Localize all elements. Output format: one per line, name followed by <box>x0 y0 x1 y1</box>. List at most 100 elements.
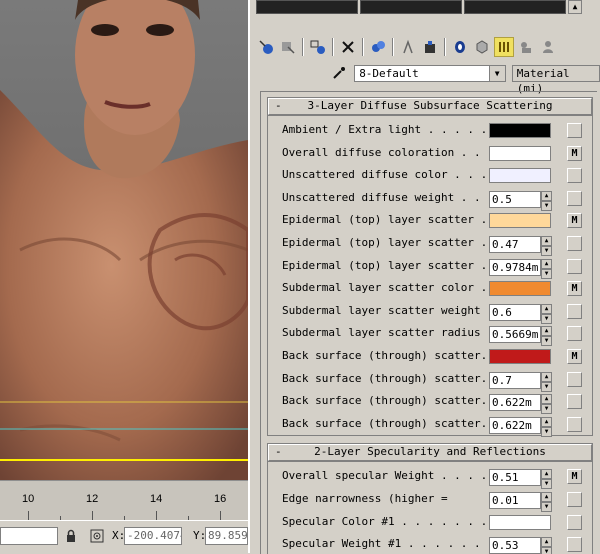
spinner-arrows[interactable]: ▲ ▼ <box>541 235 552 256</box>
spinner-up-icon[interactable]: ▲ <box>541 394 552 405</box>
sample-slot[interactable] <box>464 0 566 14</box>
spinner-input[interactable]: 0.53 <box>489 537 541 554</box>
param-label: Specular Weight #1 . . . . . . . <box>282 537 494 551</box>
timeline-ruler[interactable]: 10 12 14 16 <box>0 480 248 521</box>
go-parent-icon[interactable] <box>494 37 514 57</box>
map-button[interactable] <box>567 190 582 206</box>
map-button[interactable]: M <box>567 469 582 485</box>
sample-slot[interactable] <box>360 0 462 14</box>
spinner-arrows[interactable]: ▲ ▼ <box>541 537 552 554</box>
map-button[interactable]: M <box>567 213 582 229</box>
color-swatch[interactable] <box>489 281 551 297</box>
map-button[interactable] <box>567 235 582 251</box>
param-label: Subdermal layer scatter radius . . <box>282 326 508 340</box>
prompt-field[interactable] <box>0 527 58 545</box>
map-button[interactable] <box>567 514 582 530</box>
spinner-arrows[interactable]: ▲ ▼ <box>541 394 552 415</box>
spinner-input[interactable]: 0.6 <box>489 303 541 321</box>
param-label: Epidermal (top) layer scatter ... <box>282 213 501 227</box>
param-row: Edge narrowness (higher = 0.01 ▲ ▼ <box>268 488 592 512</box>
spinner-input[interactable]: 0.5669m <box>489 326 541 344</box>
map-button[interactable] <box>567 416 582 432</box>
spinner-up-icon[interactable]: ▲ <box>541 491 552 502</box>
spinner-input[interactable]: 0.9784m <box>489 258 541 276</box>
spinner-up-icon[interactable]: ▲ <box>541 258 552 269</box>
spinner-up-icon[interactable]: ▲ <box>541 235 552 246</box>
spinner-input[interactable]: 0.47 <box>489 235 541 253</box>
show-map-icon[interactable] <box>450 37 470 57</box>
pick-material-icon[interactable] <box>538 37 558 57</box>
spinner-up-icon[interactable]: ▲ <box>541 190 552 201</box>
chevron-down-icon[interactable]: ▼ <box>488 65 505 81</box>
spinner-up-icon[interactable]: ▲ <box>541 326 552 337</box>
spinner-arrows[interactable]: ▲ ▼ <box>541 326 552 347</box>
lock-selection-icon[interactable] <box>64 529 78 543</box>
rollout-toggle[interactable]: - <box>275 99 282 113</box>
map-button[interactable] <box>567 303 582 319</box>
spinner-input[interactable]: 0.7 <box>489 371 541 389</box>
map-button[interactable] <box>567 394 582 410</box>
sample-slot[interactable] <box>256 0 358 14</box>
map-button[interactable]: M <box>567 348 582 364</box>
map-button[interactable]: M <box>567 281 582 297</box>
spinner-up-icon[interactable]: ▲ <box>541 371 552 382</box>
put-to-scene-icon[interactable] <box>278 37 298 57</box>
color-swatch[interactable] <box>489 145 551 161</box>
map-button[interactable]: M <box>567 145 582 161</box>
y-coord-field[interactable]: 89.859 <box>205 527 248 545</box>
spinner-arrows[interactable]: ▲ ▼ <box>541 491 552 512</box>
spinner-up-icon[interactable]: ▲ <box>541 416 552 427</box>
map-button[interactable] <box>567 371 582 387</box>
perspective-viewport[interactable] <box>0 0 248 480</box>
color-swatch[interactable] <box>489 348 551 364</box>
put-to-library-icon[interactable] <box>398 37 418 57</box>
go-sibling-icon[interactable] <box>516 37 536 57</box>
color-swatch[interactable] <box>489 514 551 530</box>
spinner-arrows[interactable]: ▲ ▼ <box>541 190 552 211</box>
spinner-input[interactable]: 0.5 <box>489 190 541 208</box>
param-row: Unscattered diffuse color . . . . <box>268 164 592 187</box>
rollout-header[interactable]: - 3-Layer Diffuse Subsurface Scattering <box>268 98 592 115</box>
get-material-icon[interactable] <box>256 37 276 57</box>
material-type-button[interactable]: Material (mi) <box>511 64 600 95</box>
map-button[interactable] <box>567 123 582 138</box>
material-toolbar <box>256 36 558 58</box>
map-button[interactable] <box>567 326 582 342</box>
param-label: Subdermal layer scatter color . . <box>282 281 501 295</box>
map-button[interactable] <box>567 491 582 507</box>
color-swatch[interactable] <box>489 168 551 184</box>
value-spinner: 0.51 ▲ ▼ <box>489 469 553 490</box>
delete-icon[interactable] <box>338 37 358 57</box>
color-swatch[interactable] <box>489 123 551 138</box>
color-swatch[interactable] <box>489 213 551 229</box>
show-end-result-icon[interactable] <box>472 37 492 57</box>
spinner-up-icon[interactable]: ▲ <box>541 303 552 314</box>
eyedropper-icon[interactable] <box>330 63 348 83</box>
make-unique-icon[interactable] <box>368 37 388 57</box>
absolute-mode-icon[interactable] <box>90 529 104 543</box>
spinner-arrows[interactable]: ▲ ▼ <box>541 303 552 324</box>
slots-scroll-up-button[interactable]: ▲ <box>568 0 582 14</box>
rollout-header[interactable]: - 2-Layer Specularity and Reflections <box>268 444 592 462</box>
spinner-down-icon[interactable]: ▼ <box>541 426 552 437</box>
map-button[interactable] <box>567 537 582 553</box>
map-button[interactable] <box>567 168 582 184</box>
spinner-arrows[interactable]: ▲ ▼ <box>541 371 552 392</box>
spinner-arrows[interactable]: ▲ ▼ <box>541 469 552 490</box>
map-button[interactable] <box>567 258 582 274</box>
material-name-field[interactable]: 8-Default ▼ <box>354 64 506 82</box>
spinner-input[interactable]: 0.01 <box>489 491 541 509</box>
param-label: Back surface (through) scatter... <box>282 416 501 430</box>
material-effects-icon[interactable] <box>420 37 440 57</box>
spinner-up-icon[interactable]: ▲ <box>541 469 552 480</box>
spinner-input[interactable]: 0.622m <box>489 416 541 434</box>
rollout-toggle[interactable]: - <box>275 445 282 459</box>
spinner-arrows[interactable]: ▲ ▼ <box>541 258 552 279</box>
x-coord-field[interactable]: -200.4074 <box>124 527 182 545</box>
spinner-input[interactable]: 0.622m <box>489 394 541 412</box>
rollout-container[interactable]: - 3-Layer Diffuse Subsurface Scattering … <box>260 91 597 554</box>
spinner-arrows[interactable]: ▲ ▼ <box>541 416 552 437</box>
assign-material-icon[interactable] <box>308 37 328 57</box>
spinner-input[interactable]: 0.51 <box>489 469 541 487</box>
spinner-up-icon[interactable]: ▲ <box>541 537 552 548</box>
